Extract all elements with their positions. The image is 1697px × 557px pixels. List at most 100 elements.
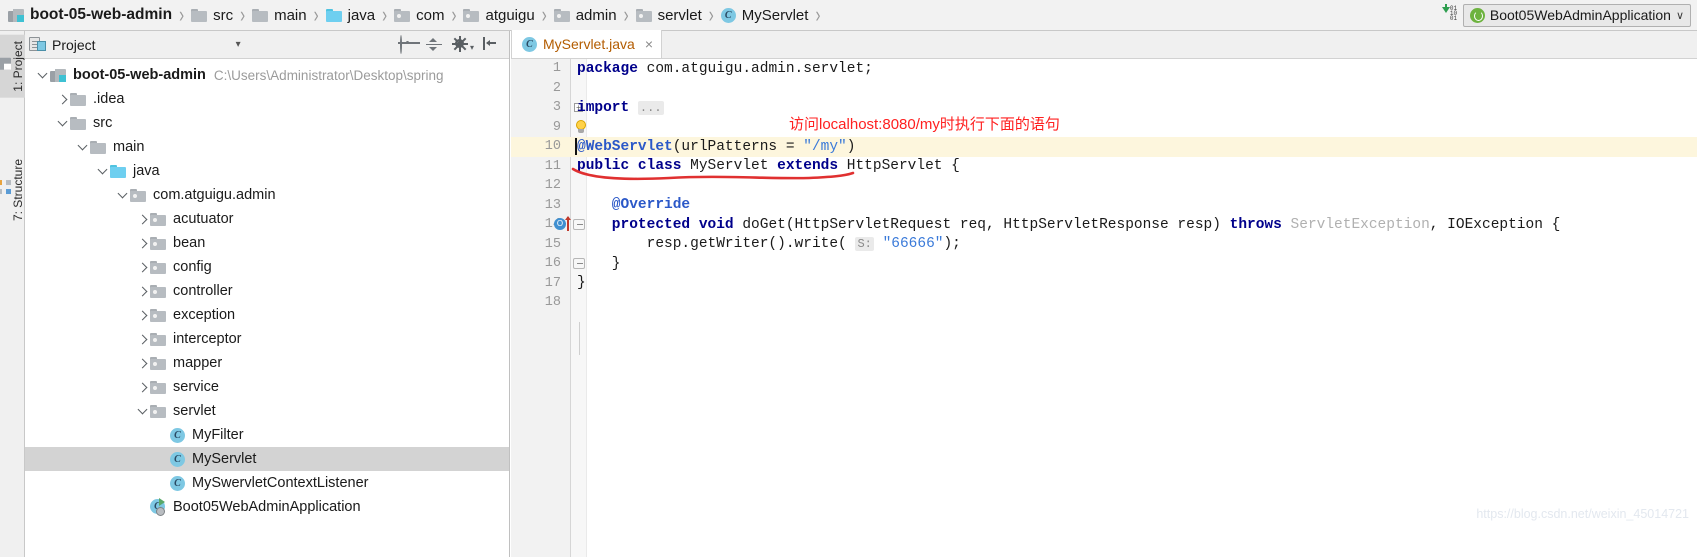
chevron-down-icon[interactable] (95, 159, 110, 183)
breadcrumb-item-src[interactable]: src (187, 0, 235, 31)
download-update-icon[interactable]: 01 10 01 (1439, 4, 1459, 25)
tree-node-controller[interactable]: controller (25, 279, 509, 303)
tree-node-src[interactable]: src (25, 111, 509, 135)
code-line[interactable]: 18 (511, 293, 1697, 313)
java-class-icon: C (170, 451, 185, 467)
tree-node-boot05webadminapplication[interactable]: C Boot05WebAdminApplication (25, 495, 509, 519)
tree-node-mapper[interactable]: mapper (25, 351, 509, 375)
breadcrumb-item-label: MyServlet (741, 6, 809, 24)
collapse-all-icon[interactable] (426, 36, 443, 53)
chevron-right-icon[interactable] (135, 207, 150, 231)
code-editor[interactable]: 1 package com.atguigu.admin.servlet; 2 3 + im… (511, 59, 1697, 557)
chevron-right-icon[interactable] (135, 231, 150, 255)
code-line[interactable]: 9 (511, 118, 1697, 138)
tree-node-service[interactable]: service (25, 375, 509, 399)
close-icon[interactable]: × (645, 36, 653, 52)
tree-node--idea[interactable]: .idea (25, 87, 509, 111)
run-configuration-selector[interactable]: Boot05WebAdminApplication ∨ (1462, 3, 1691, 27)
chevron-right-icon[interactable] (55, 87, 70, 111)
overriding-method-icon[interactable]: O (554, 216, 574, 233)
spring-boot-icon (1469, 7, 1485, 23)
code-line[interactable]: 14 O protected void doGet(HttpServletRequ… (511, 215, 1697, 235)
tree-node-bean[interactable]: bean (25, 231, 509, 255)
breadcrumb-item-myservlet[interactable]: C MyServlet (717, 0, 811, 31)
hide-panel-icon[interactable] (482, 36, 499, 53)
sidebar-item-project[interactable]: 1: Project (0, 35, 25, 98)
tree-node-myfilter[interactable]: C MyFilter (25, 423, 509, 447)
editor-tab-bar: C MyServlet.java × (511, 30, 1697, 59)
chevron-down-icon[interactable] (135, 399, 150, 423)
line-number: 11 (544, 158, 561, 174)
tree-node-java[interactable]: java (25, 159, 509, 183)
tree-node-label: config (173, 259, 212, 275)
tree-node-path: C:\Users\Administrator\Desktop\spring (213, 67, 444, 83)
chevron-right-icon[interactable] (135, 279, 150, 303)
settings-gear-icon[interactable]: ▾ (451, 35, 474, 53)
code-token: ) (846, 138, 856, 155)
breadcrumb-item-atguigu[interactable]: atguigu (459, 0, 536, 31)
breadcrumb-item-main[interactable]: main (248, 0, 309, 31)
code-text: @WebServlet(urlPatterns = "/my") (577, 139, 855, 155)
line-number: 16 (544, 256, 561, 272)
chevron-right-icon[interactable] (135, 327, 150, 351)
tree-node-config[interactable]: config (25, 255, 509, 279)
breadcrumb-item-label: src (213, 6, 234, 24)
breadcrumb-item-servlet[interactable]: servlet (632, 0, 704, 31)
intention-bulb-icon[interactable] (574, 119, 588, 135)
tree-node-main[interactable]: main (25, 135, 509, 159)
chevron-right-icon[interactable] (135, 255, 150, 279)
inlay-hint: S: (855, 237, 874, 252)
code-line[interactable]: 13 @Override (511, 196, 1697, 216)
tree-node-myservlet[interactable]: C MyServlet (25, 447, 509, 471)
stripe-tab-label-structure: 7: Structure (11, 159, 25, 222)
chevron-down-icon[interactable] (35, 63, 50, 87)
code-line[interactable]: 2 (511, 79, 1697, 99)
code-line[interactable]: 15 resp.getWriter().write( S: "66666"); (511, 235, 1697, 255)
tree-node-label: interceptor (173, 331, 242, 347)
tree-node-com-atguigu-admin[interactable]: com.atguigu.admin (25, 183, 509, 207)
tree-node-boot-05-web-admin[interactable]: boot-05-web-admin C:\Users\Administrator\… (25, 63, 509, 87)
breadcrumb-item-boot-05-web-admin[interactable]: boot-05-web-admin (4, 0, 174, 31)
tree-node-interceptor[interactable]: interceptor (25, 327, 509, 351)
chevron-down-icon[interactable]: ▾ (236, 39, 241, 50)
code-token: resp.getWriter().write( (577, 236, 856, 253)
tree-node-myswervletcontextlistener[interactable]: C MySwervletContextListener (25, 471, 509, 495)
code-line[interactable]: 10 @WebServlet(urlPatterns = "/my") (511, 137, 1697, 157)
code-token: doGet(HttpServletRequest req, HttpServle… (733, 216, 1230, 233)
breadcrumb-item-java[interactable]: java (322, 0, 378, 31)
annotation-underline (571, 167, 855, 181)
tree-node-acutuator[interactable]: acutuator (25, 207, 509, 231)
package-icon (150, 308, 166, 322)
chevron-right-icon[interactable] (135, 303, 150, 327)
code-line[interactable]: 16 } (511, 254, 1697, 274)
breadcrumb-item-admin[interactable]: admin (550, 0, 619, 31)
locate-icon[interactable] (400, 35, 417, 54)
tree-node-exception[interactable]: exception (25, 303, 509, 327)
chevron-down-icon[interactable] (75, 135, 90, 159)
chevron-down-icon[interactable] (115, 183, 130, 207)
chevron-down-icon[interactable] (55, 111, 70, 135)
breadcrumb-separator: › (623, 2, 629, 28)
package-icon (553, 8, 570, 22)
source-folder-icon (110, 164, 126, 178)
tree-node-label: mapper (173, 355, 223, 371)
tree-node-servlet[interactable]: servlet (25, 399, 509, 423)
tab-myservlet-java[interactable]: C MyServlet.java × (511, 30, 662, 58)
line-number: 10 (544, 139, 561, 155)
sidebar-item-structure[interactable]: 7: Structure (0, 153, 25, 227)
code-token: ); (943, 236, 961, 253)
idea-window: boot-05-web-admin › src › main › java › com › atgu… (0, 0, 1697, 557)
code-line[interactable]: 17} (511, 274, 1697, 294)
code-text: } (577, 256, 621, 272)
breadcrumb-item-com[interactable]: com (390, 0, 446, 31)
code-token: } (577, 275, 586, 292)
code-token: @WebServlet (577, 138, 673, 155)
project-panel-title[interactable]: Project (29, 37, 96, 53)
code-line[interactable]: 1 package com.atguigu.admin.servlet; (511, 59, 1697, 79)
code-line[interactable]: 3 + import ... (511, 98, 1697, 118)
chevron-right-icon[interactable] (135, 351, 150, 375)
chevron-right-icon[interactable] (135, 375, 150, 399)
